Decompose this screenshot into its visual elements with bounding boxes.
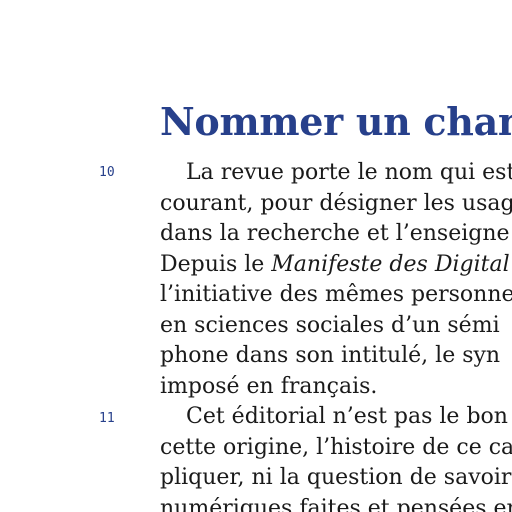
paragraph-number: 11 [99, 411, 115, 426]
paragraph-line: pliquer, ni la question de savoir [160, 465, 512, 490]
paragraph-line: phone dans son intitulé, le syn [160, 343, 501, 368]
paragraph-line: dans la recherche et l’enseigne [160, 221, 510, 246]
paragraph-number: 10 [99, 165, 115, 180]
paragraph: La revue porte le nom qui est courant, p… [160, 158, 512, 402]
paragraph-line: imposé en français. [160, 373, 378, 399]
paragraph-line: La revue porte le nom qui est [186, 160, 512, 185]
paragraph-line: numériques faites et pensées en [160, 495, 512, 512]
document-page: Nommer un champ 10 La revue porte le nom… [0, 0, 512, 512]
book-title: Manifeste des Digital [271, 251, 510, 277]
paragraph-line: cette origine, l’histoire de ce calc [160, 434, 512, 460]
line-text: Depuis le [160, 251, 272, 277]
paragraph-line: Cet éditorial n’est pas le bon [186, 404, 508, 429]
paragraph-line: en sciences sociales d’un sémi [160, 312, 500, 338]
section-heading: Nommer un champ [160, 99, 512, 144]
paragraph-line: courant, pour désigner les usag [160, 190, 512, 216]
paragraph-line: Depuis le Manifeste des Digital [160, 250, 512, 281]
paragraph-line: l’initiative des mêmes personne [160, 282, 512, 307]
paragraph: Cet éditorial n’est pas le bon cette ori… [160, 402, 512, 512]
